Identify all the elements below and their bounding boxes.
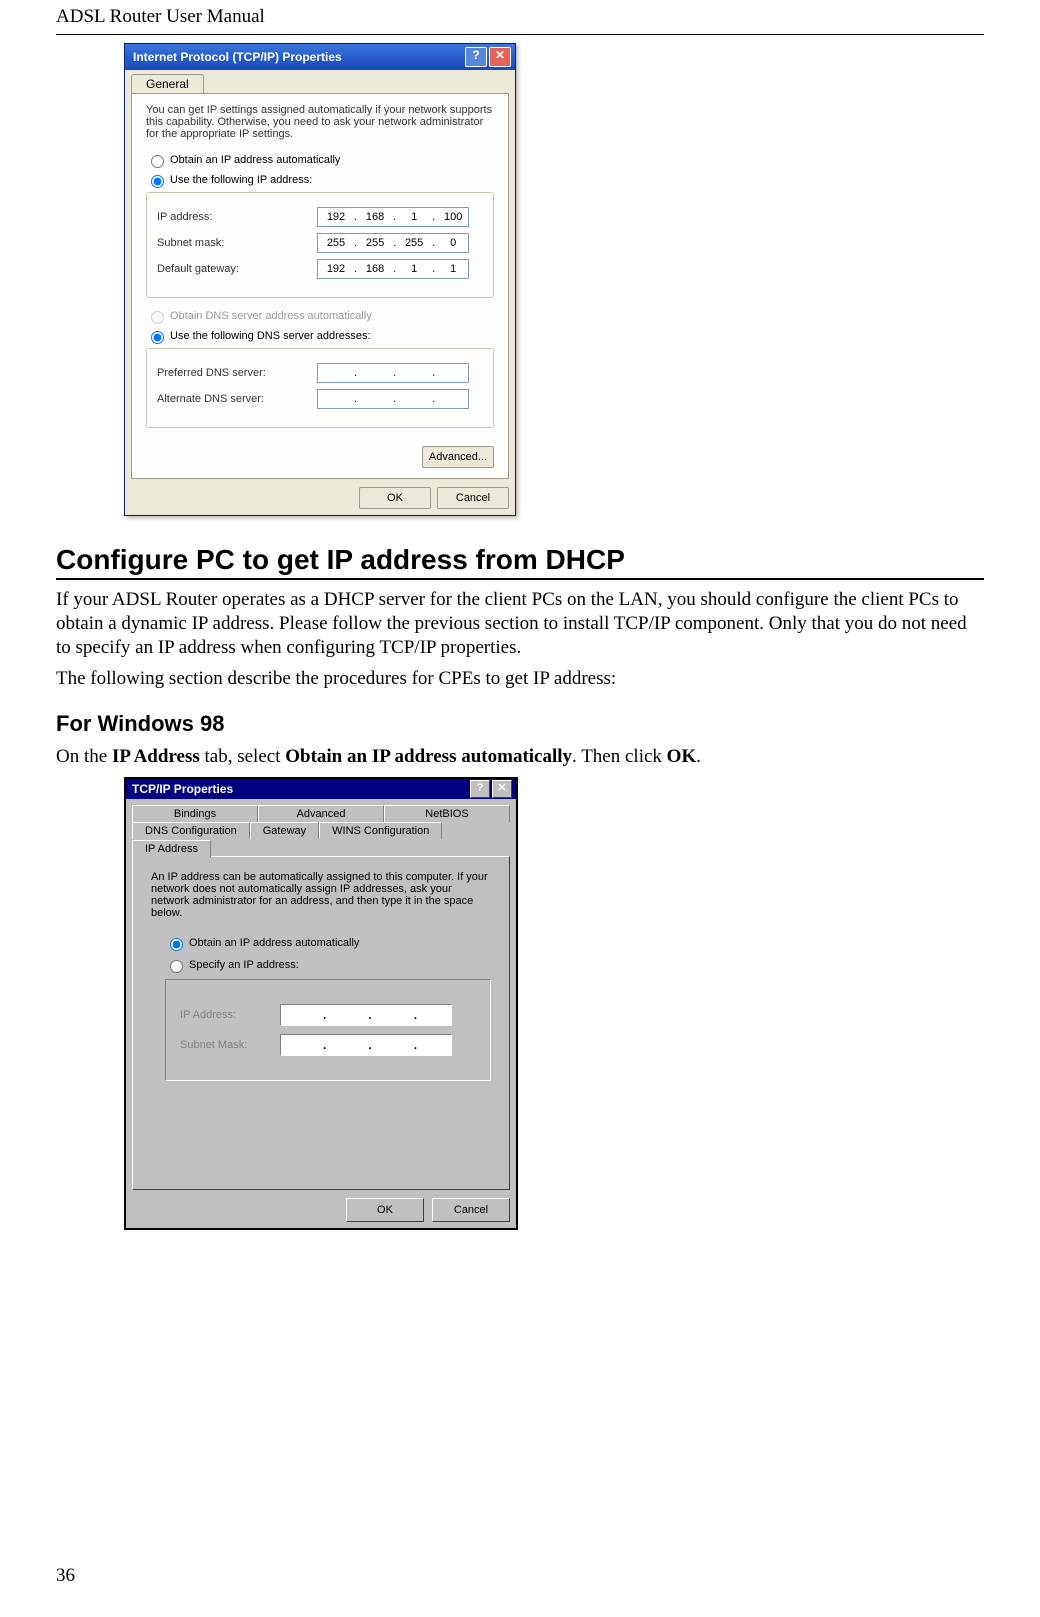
- adns-oct-3[interactable]: [396, 392, 432, 406]
- label-ip-address: IP address:: [157, 211, 317, 223]
- w98-description-text: An IP address can be automatically assig…: [151, 871, 491, 919]
- tab-general[interactable]: General: [131, 74, 204, 93]
- w98-tab-row-2: DNS Configuration Gateway WINS Configura…: [132, 822, 510, 856]
- ip-address-input[interactable]: . . .: [317, 207, 469, 227]
- radio-specify-ip[interactable]: [170, 960, 183, 973]
- tab-dns-configuration[interactable]: DNS Configuration: [132, 822, 250, 839]
- subnet-mask-input: . . .: [280, 1034, 452, 1056]
- mask-oct-4[interactable]: [435, 236, 471, 250]
- pdns-oct-2[interactable]: [357, 366, 393, 380]
- radio-obtain-ip-auto[interactable]: [170, 938, 183, 951]
- xp-window-title: Internet Protocol (TCP/IP) Properties: [133, 50, 463, 64]
- radio-use-following-ip-label: Use the following IP address:: [170, 174, 312, 186]
- label-subnet-mask: Subnet Mask:: [180, 1039, 280, 1051]
- mask-oct-2[interactable]: [357, 236, 393, 250]
- intro-text-4: .: [696, 746, 701, 767]
- advanced-button[interactable]: Advanced...: [422, 446, 494, 468]
- gw-oct-3[interactable]: [396, 262, 432, 276]
- radio-obtain-ip-auto-label: Obtain an IP address automatically: [189, 937, 359, 949]
- pdns-oct-3[interactable]: [396, 366, 432, 380]
- section-paragraph-1: If your ADSL Router operates as a DHCP s…: [56, 588, 984, 659]
- intro-text-3: . Then click: [572, 746, 667, 767]
- w98-mask-oct-4: [417, 1038, 459, 1052]
- subnet-mask-input[interactable]: . . .: [317, 233, 469, 253]
- tab-advanced[interactable]: Advanced: [258, 805, 384, 822]
- adns-oct-1[interactable]: [318, 392, 354, 406]
- ip-oct-3[interactable]: [396, 210, 432, 224]
- ip-oct-2[interactable]: [357, 210, 393, 224]
- cancel-button[interactable]: Cancel: [432, 1198, 510, 1222]
- radio-use-following-dns[interactable]: [151, 331, 164, 344]
- section-heading: Configure PC to get IP address from DHCP: [56, 544, 984, 580]
- w98-tcpip-dialog: TCP/IP Properties ? ✕ Bindings Advanced …: [124, 777, 518, 1230]
- label-alternate-dns: Alternate DNS server:: [157, 393, 317, 405]
- radio-obtain-ip-auto-label: Obtain an IP address automatically: [170, 154, 340, 166]
- w98-mask-oct-2: [326, 1038, 368, 1052]
- close-icon[interactable]: ✕: [492, 780, 512, 798]
- w98-titlebar: TCP/IP Properties ? ✕: [126, 779, 516, 799]
- pdns-oct-4[interactable]: [435, 366, 471, 380]
- tab-bindings[interactable]: Bindings: [132, 805, 258, 822]
- w98-mask-oct-3: [372, 1038, 414, 1052]
- section-paragraph-2: The following section describe the proce…: [56, 667, 984, 691]
- label-preferred-dns: Preferred DNS server:: [157, 367, 317, 379]
- tab-ip-address[interactable]: IP Address: [132, 840, 211, 857]
- intro-bold-ipaddress: IP Address: [112, 746, 200, 767]
- xp-titlebar: Internet Protocol (TCP/IP) Properties ? …: [125, 44, 515, 70]
- intro-text: On the: [56, 746, 112, 767]
- radio-use-following-ip[interactable]: [151, 175, 164, 188]
- w98-ip-oct-3: [372, 1008, 414, 1022]
- radio-obtain-dns-auto: [151, 311, 164, 324]
- ip-oct-1[interactable]: [318, 210, 354, 224]
- intro-bold-obtain: Obtain an IP address automatically: [285, 746, 572, 767]
- running-header: ADSL Router User Manual: [56, 0, 984, 35]
- radio-obtain-dns-auto-label: Obtain DNS server address automatically: [170, 310, 372, 322]
- adns-oct-2[interactable]: [357, 392, 393, 406]
- tab-wins-configuration[interactable]: WINS Configuration: [319, 822, 442, 839]
- alternate-dns-input[interactable]: . . .: [317, 389, 469, 409]
- subsection-heading: For Windows 98: [56, 711, 984, 737]
- subsection-intro: On the IP Address tab, select Obtain an …: [56, 745, 984, 769]
- xp-tcpip-dialog: Internet Protocol (TCP/IP) Properties ? …: [124, 43, 516, 516]
- radio-use-following-dns-label: Use the following DNS server addresses:: [170, 330, 371, 342]
- gw-oct-2[interactable]: [357, 262, 393, 276]
- w98-tab-row-1: Bindings Advanced NetBIOS: [132, 805, 510, 822]
- w98-window-title: TCP/IP Properties: [132, 782, 468, 796]
- xp-ip-group: IP address: . . . Subnet mask: .: [146, 192, 494, 298]
- intro-text-2: tab, select: [200, 746, 285, 767]
- mask-oct-3[interactable]: [396, 236, 432, 250]
- ip-address-input: . . .: [280, 1004, 452, 1026]
- xp-dns-group: Preferred DNS server: . . . Alternate DN…: [146, 348, 494, 428]
- ip-oct-4[interactable]: [435, 210, 471, 224]
- preferred-dns-input[interactable]: . . .: [317, 363, 469, 383]
- adns-oct-4[interactable]: [435, 392, 471, 406]
- label-default-gateway: Default gateway:: [157, 263, 317, 275]
- w98-ip-oct-1: [281, 1008, 323, 1022]
- radio-specify-ip-label: Specify an IP address:: [189, 959, 299, 971]
- label-ip-address: IP Address:: [180, 1009, 280, 1021]
- default-gateway-input[interactable]: . . .: [317, 259, 469, 279]
- help-icon[interactable]: ?: [465, 47, 487, 67]
- label-subnet-mask: Subnet mask:: [157, 237, 317, 249]
- page-number: 36: [56, 1565, 75, 1587]
- w98-ip-group: IP Address: . . . Subnet Mask: .: [165, 979, 491, 1081]
- intro-bold-ok: OK: [667, 746, 697, 767]
- xp-description-text: You can get IP settings assigned automat…: [146, 104, 494, 140]
- tab-netbios[interactable]: NetBIOS: [384, 805, 510, 822]
- w98-mask-oct-1: [281, 1038, 323, 1052]
- mask-oct-1[interactable]: [318, 236, 354, 250]
- close-icon[interactable]: ✕: [489, 47, 511, 67]
- ok-button[interactable]: OK: [346, 1198, 424, 1222]
- tab-gateway[interactable]: Gateway: [250, 822, 319, 839]
- radio-obtain-ip-auto[interactable]: [151, 155, 164, 168]
- cancel-button[interactable]: Cancel: [437, 487, 509, 509]
- pdns-oct-1[interactable]: [318, 366, 354, 380]
- w98-ip-oct-2: [326, 1008, 368, 1022]
- gw-oct-4[interactable]: [435, 262, 471, 276]
- ok-button[interactable]: OK: [359, 487, 431, 509]
- help-icon[interactable]: ?: [470, 780, 490, 798]
- w98-ip-oct-4: [417, 1008, 459, 1022]
- gw-oct-1[interactable]: [318, 262, 354, 276]
